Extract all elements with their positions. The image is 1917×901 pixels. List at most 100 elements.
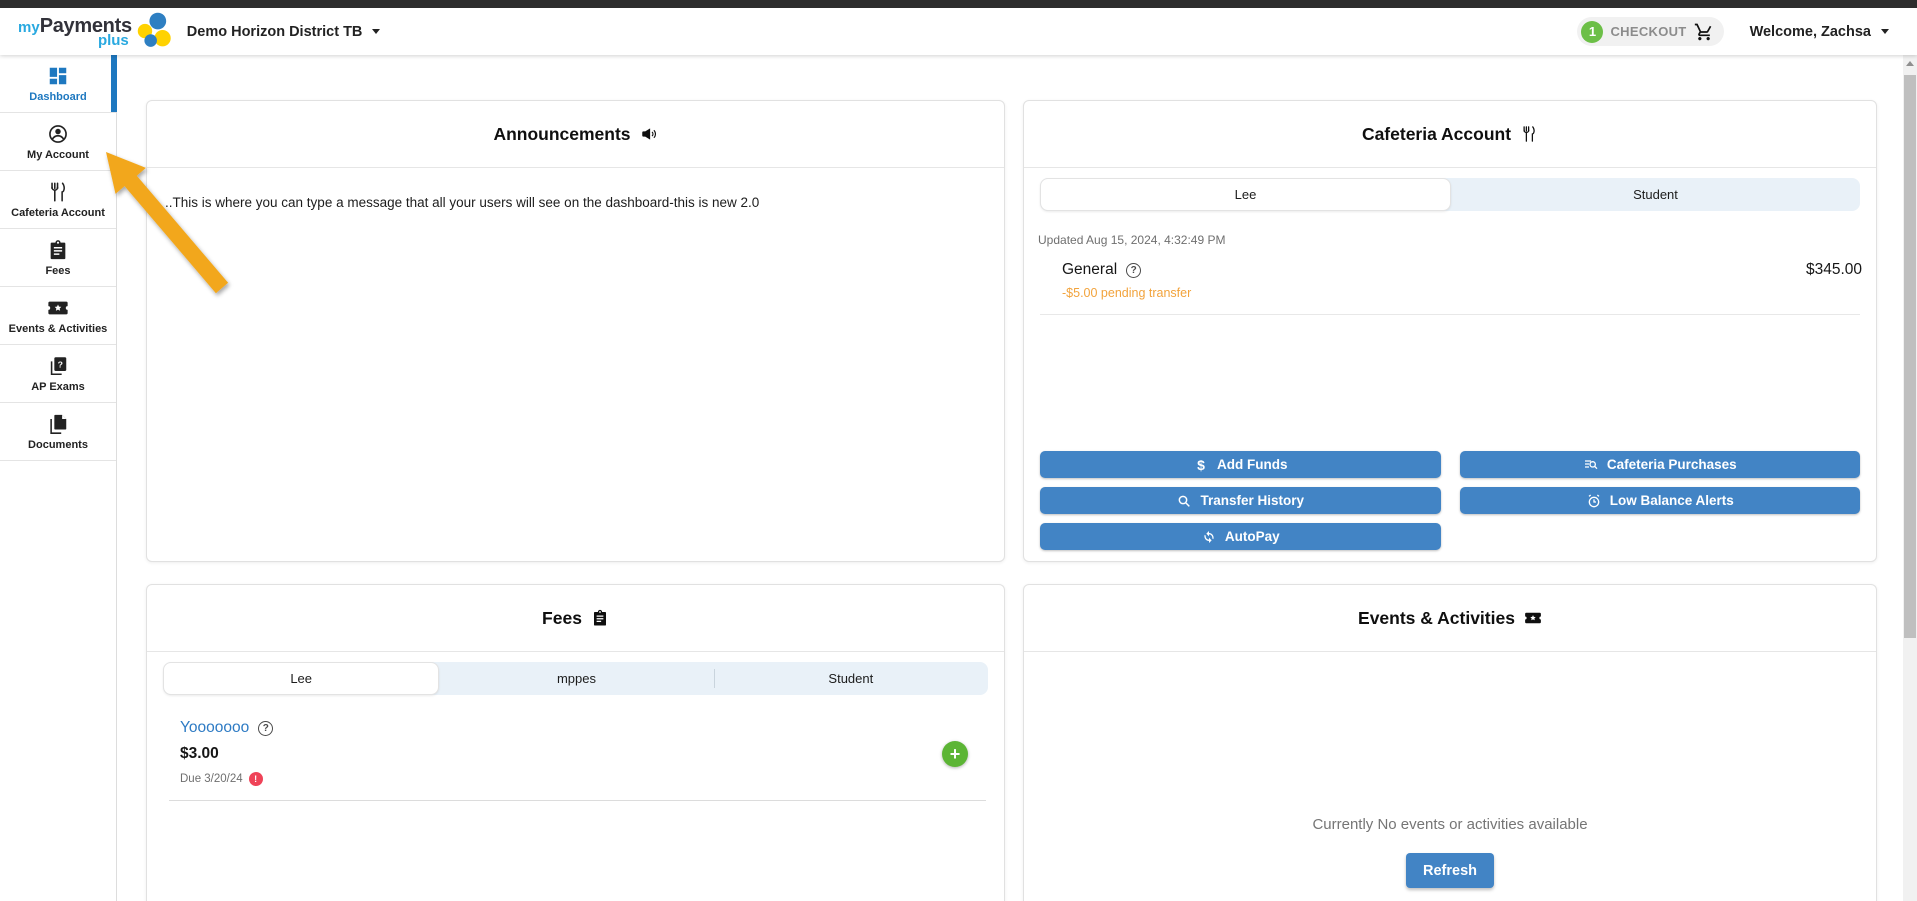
tab-mppes[interactable]: mppes bbox=[439, 662, 713, 695]
add-fee-to-cart-button[interactable]: + bbox=[942, 741, 968, 767]
events-header: Events & Activities bbox=[1024, 585, 1876, 652]
low-balance-alerts-button[interactable]: Low Balance Alerts bbox=[1460, 487, 1861, 514]
fees-student-tabs: Lee mppes Student bbox=[163, 662, 988, 695]
sidebar-item-label: Cafeteria Account bbox=[11, 207, 105, 219]
autorenew-icon bbox=[1201, 529, 1217, 545]
help-icon[interactable]: ? bbox=[1126, 263, 1141, 278]
refresh-button[interactable]: Refresh bbox=[1406, 853, 1494, 888]
transfer-history-button[interactable]: Transfer History bbox=[1040, 487, 1441, 514]
announcements-title: Announcements bbox=[493, 124, 630, 145]
autopay-button[interactable]: AutoPay bbox=[1040, 523, 1441, 550]
scrollbar-thumb[interactable] bbox=[1904, 75, 1916, 638]
balance-amount: $345.00 bbox=[1806, 261, 1862, 279]
events-title: Events & Activities bbox=[1358, 608, 1515, 629]
logo-my: my bbox=[18, 20, 40, 35]
logo-circles-icon bbox=[135, 12, 173, 52]
clipboard-icon bbox=[591, 609, 609, 627]
tab-lee[interactable]: Lee bbox=[163, 662, 439, 695]
scrollbar-up-button[interactable] bbox=[1903, 55, 1917, 71]
cafeteria-header: Cafeteria Account bbox=[1024, 101, 1876, 168]
fee-due-text: Due 3/20/24 bbox=[180, 773, 243, 785]
overdue-alert-icon: ! bbox=[249, 772, 263, 786]
cart-icon bbox=[1694, 22, 1714, 42]
sidebar-item-ap-exams[interactable]: ? AP Exams bbox=[0, 345, 116, 403]
fee-name: Yooooooo ? bbox=[180, 719, 986, 737]
sidebar-item-label: Documents bbox=[28, 439, 88, 451]
district-name: Demo Horizon District TB bbox=[187, 24, 363, 40]
mypaymentsplus-logo[interactable]: myPayments plus bbox=[18, 12, 173, 52]
cafeteria-purchases-button[interactable]: Cafeteria Purchases bbox=[1460, 451, 1861, 478]
sidebar-item-my-account[interactable]: My Account bbox=[0, 113, 116, 171]
ticket-icon bbox=[47, 297, 69, 319]
sidebar-item-documents[interactable]: Documents bbox=[0, 403, 116, 461]
fees-card: Fees Lee mppes Student Yooooooo ? $3.00 … bbox=[146, 584, 1005, 901]
balance-updated-timestamp: Updated Aug 15, 2024, 4:32:49 PM bbox=[1038, 233, 1860, 247]
svg-text:?: ? bbox=[58, 359, 63, 369]
district-selector[interactable]: Demo Horizon District TB bbox=[187, 24, 381, 40]
cart-count-badge: 1 bbox=[1581, 21, 1603, 43]
help-icon[interactable]: ? bbox=[258, 721, 273, 736]
search-icon bbox=[1176, 493, 1192, 509]
add-funds-button[interactable]: $ Add Funds bbox=[1040, 451, 1441, 478]
sidebar-item-label: Fees bbox=[45, 265, 70, 277]
sidebar-item-cafeteria-account[interactable]: Cafeteria Account bbox=[0, 171, 116, 229]
tab-student[interactable]: Student bbox=[1451, 178, 1860, 211]
sidebar-item-events-activities[interactable]: Events & Activities bbox=[0, 287, 116, 345]
documents-icon bbox=[47, 413, 69, 435]
sidebar-item-label: AP Exams bbox=[31, 381, 85, 393]
sidebar-item-fees[interactable]: Fees bbox=[0, 229, 116, 287]
dashboard-icon bbox=[47, 65, 69, 87]
tab-lee[interactable]: Lee bbox=[1040, 178, 1451, 211]
announcements-header: Announcements bbox=[147, 101, 1004, 168]
sidebar-item-label: Dashboard bbox=[29, 91, 86, 103]
welcome-text: Welcome, Zachsa bbox=[1750, 24, 1871, 40]
sidebar-item-label: My Account bbox=[27, 149, 89, 161]
triangle-up-icon bbox=[1906, 61, 1914, 66]
megaphone-icon bbox=[640, 125, 658, 143]
account-icon bbox=[47, 123, 69, 145]
events-activities-card: Events & Activities Currently No events … bbox=[1023, 584, 1877, 901]
cafeteria-account-card: Cafeteria Account Lee Student Updated Au… bbox=[1023, 100, 1877, 562]
fee-name-link[interactable]: Yooooooo bbox=[180, 719, 249, 737]
sidebar-item-dashboard[interactable]: Dashboard bbox=[0, 55, 116, 113]
search-list-icon bbox=[1583, 457, 1599, 473]
button-label: Transfer History bbox=[1200, 493, 1304, 508]
alarm-icon bbox=[1586, 493, 1602, 509]
dollar-icon: $ bbox=[1193, 457, 1209, 473]
fees-header: Fees bbox=[147, 585, 1004, 652]
pending-transfer-note: -$5.00 pending transfer bbox=[1062, 286, 1860, 300]
ticket-icon bbox=[1524, 609, 1542, 627]
header-right: 1 CHECKOUT Welcome, Zachsa bbox=[1577, 17, 1917, 46]
cafeteria-actions: $ Add Funds Cafeteria Purchases Transfer… bbox=[1040, 451, 1860, 550]
fee-amount: $3.00 bbox=[180, 745, 986, 763]
account-name-label: General bbox=[1062, 261, 1117, 279]
tab-student[interactable]: Student bbox=[714, 662, 988, 695]
fees-title: Fees bbox=[542, 608, 582, 629]
balance-row: General ? $345.00 bbox=[1062, 261, 1862, 279]
announcement-message: ..This is where you can type a message t… bbox=[147, 168, 1004, 237]
utensils-icon bbox=[1520, 125, 1538, 143]
divider bbox=[1040, 314, 1860, 315]
account-name: General ? bbox=[1062, 261, 1141, 279]
page-scrollbar[interactable] bbox=[1903, 55, 1917, 901]
checkout-label: CHECKOUT bbox=[1610, 24, 1686, 39]
sidebar-item-label: Events & Activities bbox=[9, 323, 108, 335]
events-empty-message: Currently No events or activities availa… bbox=[1024, 816, 1876, 833]
announcements-card: Announcements ..This is where you can ty… bbox=[146, 100, 1005, 562]
button-label: AutoPay bbox=[1225, 529, 1280, 544]
sidebar: Dashboard My Account Cafeteria Account F… bbox=[0, 55, 117, 901]
chevron-down-icon bbox=[372, 29, 380, 34]
fee-list-item: Yooooooo ? $3.00 Due 3/20/24 ! + bbox=[169, 719, 986, 801]
utensils-icon bbox=[47, 181, 69, 203]
logo-wordmark: myPayments plus bbox=[18, 16, 132, 48]
browser-top-strip bbox=[0, 0, 1917, 8]
fee-due: Due 3/20/24 ! bbox=[180, 772, 986, 786]
checkout-button[interactable]: 1 CHECKOUT bbox=[1577, 17, 1723, 46]
app-header: myPayments plus Demo Horizon District TB… bbox=[0, 8, 1917, 55]
user-menu[interactable]: Welcome, Zachsa bbox=[1750, 24, 1889, 40]
quiz-icon: ? bbox=[47, 355, 69, 377]
clipboard-icon bbox=[47, 239, 69, 261]
chevron-down-icon bbox=[1881, 29, 1889, 34]
cafeteria-student-tabs: Lee Student bbox=[1040, 178, 1860, 211]
dashboard-page: myPayments plus Demo Horizon District TB… bbox=[0, 0, 1917, 901]
